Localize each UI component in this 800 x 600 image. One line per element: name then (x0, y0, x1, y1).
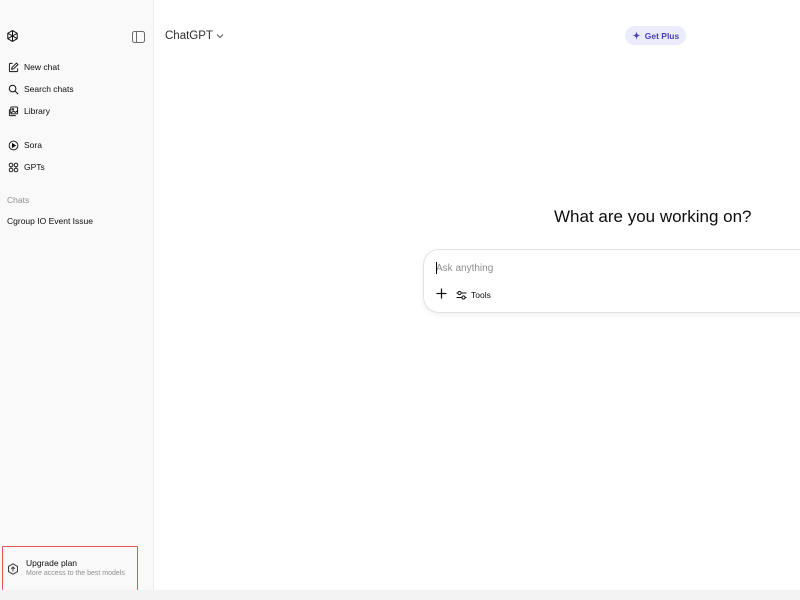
upgrade-text: Upgrade plan More access to the best mod… (26, 558, 125, 579)
sidebar-item-library[interactable]: Library (4, 101, 148, 121)
edit-icon (7, 61, 19, 73)
bottom-edge (0, 590, 800, 600)
sidebar: New chat Search chats Library Sora GPTs … (0, 0, 154, 600)
page-title: What are you working on? (554, 207, 752, 226)
text-caret (436, 262, 437, 274)
model-name: ChatGPT (165, 30, 213, 42)
sidebar-item-new-chat[interactable]: New chat (4, 57, 148, 77)
main-panel: ChatGPT Get Plus What are you working on… (154, 0, 800, 600)
chevron-down-icon (213, 30, 224, 42)
sidebar-item-label: GPTs (24, 162, 45, 172)
sparkle-icon (632, 31, 641, 40)
sidebar-item-label: Sora (24, 140, 42, 150)
search-icon (7, 83, 19, 95)
sidebar-item-label: Search chats (24, 84, 74, 94)
chats-section-label: Chats (7, 195, 30, 205)
upgrade-plan-button[interactable]: Upgrade plan More access to the best mod… (2, 546, 138, 591)
upgrade-subtitle: More access to the best models (26, 570, 125, 577)
chat-history-item[interactable]: Cgroup IO Event Issue (7, 216, 93, 226)
composer: Tools (423, 249, 800, 313)
sliders-icon (456, 290, 467, 300)
get-plus-label: Get Plus (644, 30, 680, 41)
get-plus-button[interactable]: Get Plus (625, 26, 686, 45)
sidebar-item-sora[interactable]: Sora (4, 135, 148, 155)
tools-button[interactable]: Tools (456, 288, 491, 302)
upgrade-title: Upgrade plan (26, 558, 78, 568)
upgrade-icon (7, 562, 19, 575)
prompt-input[interactable] (436, 260, 796, 276)
sidebar-item-label: New chat (24, 62, 60, 72)
openai-logo-icon[interactable] (5, 29, 20, 44)
library-icon (7, 105, 19, 117)
play-circle-icon (7, 139, 19, 151)
sidebar-item-gpts[interactable]: GPTs (4, 157, 148, 177)
add-attachment-button[interactable] (434, 288, 448, 302)
sidebar-toggle-icon[interactable] (132, 30, 145, 43)
sidebar-item-label: Library (24, 106, 50, 116)
tools-label: Tools (471, 290, 491, 300)
model-selector[interactable]: ChatGPT (165, 28, 224, 44)
plus-icon (436, 286, 447, 304)
sidebar-item-search-chats[interactable]: Search chats (4, 79, 148, 99)
grid-icon (7, 161, 19, 173)
